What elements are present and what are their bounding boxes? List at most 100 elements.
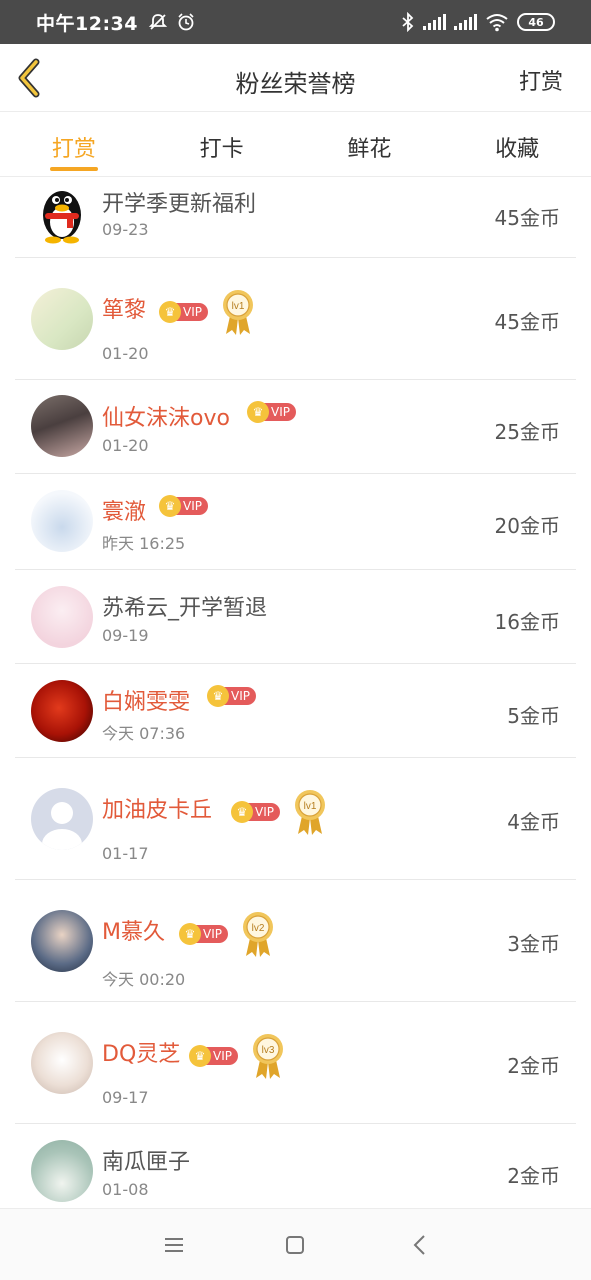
vip-badge: ♛ VIP xyxy=(231,801,280,823)
fan-name: 苏希云_开学暂退 xyxy=(102,596,268,621)
fan-date: 01-08 xyxy=(102,1180,149,1199)
vip-badge: ♛ VIP xyxy=(207,685,256,707)
list-item[interactable]: 白娴雯雯 ♛ VIP 今天 07:36 5金币 xyxy=(15,664,576,758)
crown-icon: ♛ xyxy=(247,401,269,423)
list-item[interactable]: 寰澈 ♛ VIP 昨天 16:25 20金币 xyxy=(15,474,576,570)
mute-icon xyxy=(148,14,168,30)
page-title: 粉丝荣誉榜 xyxy=(235,70,356,98)
avatar xyxy=(31,395,93,457)
fan-date: 昨天 16:25 xyxy=(102,534,186,553)
level-medal-icon: lv1 xyxy=(222,290,253,335)
fan-date: 今天 00:20 xyxy=(102,970,186,989)
list-item[interactable]: 加油皮卡丘 ♛ VIP lv1 01-17 4金币 xyxy=(15,758,576,880)
avatar xyxy=(31,490,93,552)
vip-badge: ♛ VIP xyxy=(247,401,296,423)
fan-name: 开学季更新福利 xyxy=(102,192,257,217)
fan-amount: 20金币 xyxy=(494,514,560,538)
badge-group: ♛ VIP xyxy=(159,495,208,517)
battery-icon: 46 xyxy=(517,13,555,31)
fan-name: 寰澈 xyxy=(102,500,147,525)
crown-icon: ♛ xyxy=(159,301,181,323)
tab-bar: 打赏 打卡 鲜花 收藏 xyxy=(0,113,591,177)
fan-name: 箪黎 xyxy=(102,298,147,323)
status-bar: 中午12:34 46 xyxy=(0,0,591,44)
default-avatar-icon xyxy=(31,788,93,850)
fan-amount: 45金币 xyxy=(494,310,560,334)
fan-date: 01-20 xyxy=(102,436,149,455)
fan-date: 09-23 xyxy=(102,220,149,239)
header: 粉丝荣誉榜 打赏 xyxy=(0,44,591,112)
badge-group: ♛ VIP xyxy=(207,685,256,707)
alarm-icon xyxy=(178,13,194,31)
fan-name: 加油皮卡丘 xyxy=(102,798,213,823)
list-item[interactable]: DQ灵芝 ♛ VIP lv3 09-17 2金币 xyxy=(15,1002,576,1124)
avatar xyxy=(31,288,93,350)
level-label: lv1 xyxy=(304,801,317,812)
fan-amount: 4金币 xyxy=(507,810,560,834)
fan-amount: 2金币 xyxy=(507,1164,560,1188)
status-right: 46 xyxy=(401,12,555,32)
bluetooth-icon xyxy=(402,12,414,32)
fan-date: 09-17 xyxy=(102,1088,149,1107)
badge-group: ♛ VIP lv1 xyxy=(159,288,256,336)
fan-amount: 45金币 xyxy=(494,206,560,230)
fan-amount: 16金币 xyxy=(494,610,560,634)
status-time: 中午12:34 xyxy=(36,12,138,35)
fan-amount: 2金币 xyxy=(507,1054,560,1078)
level-label: lv2 xyxy=(252,923,265,934)
crown-icon: ♛ xyxy=(189,1045,211,1067)
avatar xyxy=(31,1032,93,1094)
fan-date: 今天 07:36 xyxy=(102,724,186,743)
status-left-icons xyxy=(148,12,196,32)
avatar xyxy=(31,586,93,648)
vip-badge: ♛ VIP xyxy=(159,301,208,323)
list-item[interactable]: 箪黎 ♛ VIP lv1 01-20 45金币 xyxy=(15,258,576,380)
reward-button[interactable]: 打赏 xyxy=(519,64,563,96)
tab-reward[interactable]: 打赏 xyxy=(0,113,148,176)
signal-icon xyxy=(423,14,446,30)
home-icon[interactable] xyxy=(281,1231,309,1259)
level-medal-icon: lv2 xyxy=(242,912,273,957)
list-item[interactable]: M慕久 ♛ VIP lv2 今天 00:20 3金币 xyxy=(15,880,576,1002)
badge-group: ♛ VIP lv3 xyxy=(189,1032,286,1080)
vip-badge: ♛ VIP xyxy=(159,495,208,517)
signal-icon-2 xyxy=(454,14,477,30)
fan-date: 01-20 xyxy=(102,344,149,363)
battery-level: 46 xyxy=(528,15,544,29)
fan-amount: 5金币 xyxy=(507,704,560,728)
fan-name: 仙女沫沫ovo xyxy=(102,406,230,431)
menu-icon[interactable] xyxy=(160,1231,188,1259)
crown-icon: ♛ xyxy=(179,923,201,945)
level-label: lv3 xyxy=(262,1045,275,1056)
badge-group: ♛ VIP lv2 xyxy=(179,910,276,958)
system-nav-bar xyxy=(0,1208,591,1280)
fan-date: 01-17 xyxy=(102,844,149,863)
crown-icon: ♛ xyxy=(159,495,181,517)
vip-badge: ♛ VIP xyxy=(179,923,228,945)
fan-amount: 25金币 xyxy=(494,420,560,444)
list-item[interactable]: 仙女沫沫ovo ♛ VIP 01-20 25金币 xyxy=(15,380,576,474)
tab-flowers[interactable]: 鲜花 xyxy=(296,113,444,176)
avatar xyxy=(31,680,93,742)
fan-name: DQ灵芝 xyxy=(102,1042,181,1067)
list-item[interactable]: 开学季更新福利 09-23 45金币 xyxy=(15,178,576,258)
badge-group: ♛ VIP lv1 xyxy=(231,788,328,836)
list-item[interactable]: 南瓜匣子 01-08 2金币 xyxy=(15,1124,576,1208)
tab-checkin[interactable]: 打卡 xyxy=(148,113,296,176)
qq-penguin-avatar xyxy=(31,182,93,244)
vip-badge: ♛ VIP xyxy=(189,1045,238,1067)
back-icon[interactable] xyxy=(406,1231,434,1259)
avatar xyxy=(31,1140,93,1202)
fan-name: 白娴雯雯 xyxy=(102,690,191,715)
fan-name: 南瓜匣子 xyxy=(102,1150,191,1175)
avatar xyxy=(31,910,93,972)
level-medal-icon: lv3 xyxy=(252,1034,283,1079)
fan-ranking-list: 开学季更新福利 09-23 45金币 箪黎 ♛ VIP lv1 01-20 45… xyxy=(15,178,576,1208)
badge-group: ♛ VIP xyxy=(247,401,296,423)
tab-favorites[interactable]: 收藏 xyxy=(443,113,591,176)
crown-icon: ♛ xyxy=(231,801,253,823)
level-medal-icon: lv1 xyxy=(294,790,325,835)
level-label: lv1 xyxy=(232,301,245,312)
list-item[interactable]: 苏希云_开学暂退 09-19 16金币 xyxy=(15,570,576,664)
fan-date: 09-19 xyxy=(102,626,149,645)
